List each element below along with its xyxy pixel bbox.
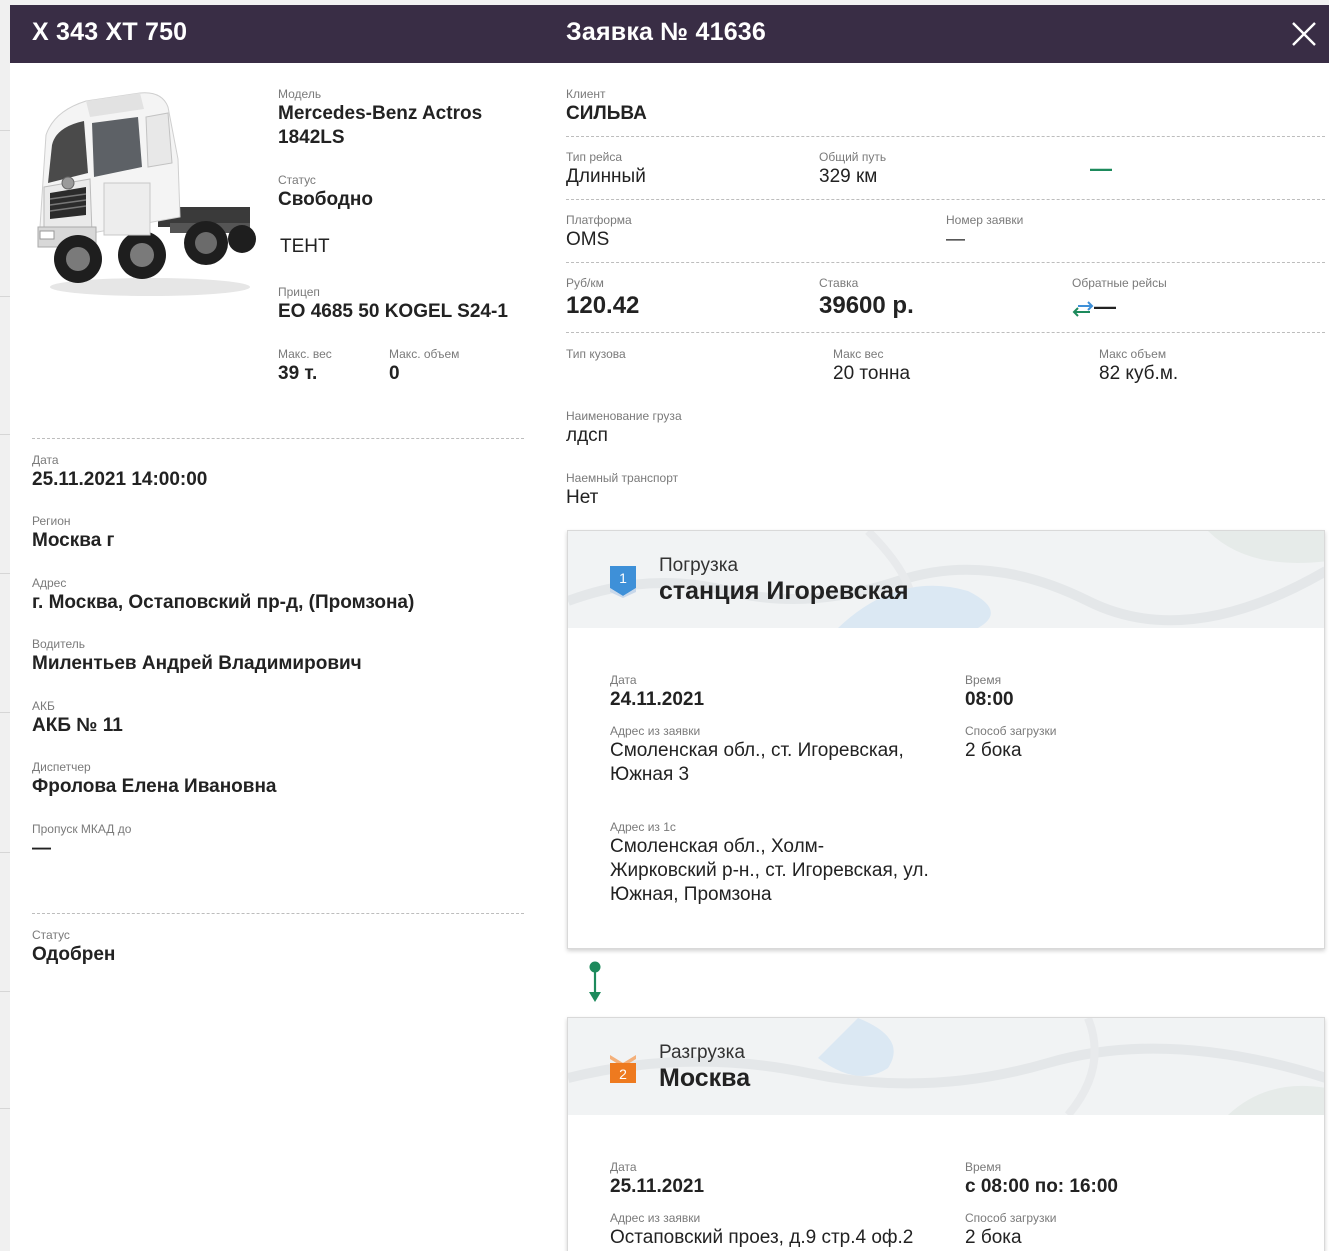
hired-transport-label: Наемный транспорт <box>566 471 679 485</box>
order-number-value: — <box>946 229 965 250</box>
trailer-value: ЕО 4685 50 KOGEL S24-1 <box>278 301 508 322</box>
stop-time-value: 08:00 <box>965 689 1014 710</box>
distance-value: 329 км <box>819 166 878 187</box>
stop-date-value: 25.11.2021 <box>610 1176 705 1197</box>
client-value: СИЛЬВА <box>566 103 647 124</box>
stop-card-unloading[interactable]: 2 Разгрузка Москва Дата 25.11.2021 Время… <box>567 1017 1325 1251</box>
order-title: Заявка № 41636 <box>566 18 767 46</box>
date-label: Дата <box>32 453 59 467</box>
region-label: Регион <box>32 514 71 528</box>
akb-value: АКБ № 11 <box>32 715 123 736</box>
vehicle-max-weight-value: 39 т. <box>278 363 318 384</box>
vehicle-max-volume-label: Макс. объем <box>389 347 460 361</box>
close-icon <box>1292 22 1316 46</box>
stop-type: Погрузка <box>659 555 739 576</box>
stop-date-value: 24.11.2021 <box>610 689 705 710</box>
approval-status-label: Статус <box>32 928 70 942</box>
modal-header: Х 343 ХТ 750 Заявка № 41636 <box>10 5 1329 63</box>
unloading-marker-icon: 2 <box>610 1055 636 1083</box>
cargo-value: лдсп <box>566 425 608 446</box>
stop-addr-order-label: Адрес из заявки <box>610 724 701 738</box>
order-max-volume-label: Макс объем <box>1099 347 1167 361</box>
return-trips-value: — <box>1094 294 1116 319</box>
backdrop <box>0 0 10 1251</box>
stop-method-label: Способ загрузки <box>965 1211 1057 1225</box>
truck-image <box>37 92 256 296</box>
route-connector-icon <box>589 961 601 1002</box>
platform-value: OMS <box>566 229 610 250</box>
stop-time-value: с 08:00 по: 16:00 <box>965 1176 1119 1197</box>
client-label: Клиент <box>566 87 606 101</box>
divider <box>566 136 1325 137</box>
address-value: г. Москва, Остаповский пр-д, (Промзона) <box>32 592 415 613</box>
vehicle-status-label: Статус <box>278 173 316 187</box>
vehicle-plate: Х 343 ХТ 750 <box>32 18 188 46</box>
order-max-weight-value: 20 тонна <box>833 363 911 384</box>
rate-km-value: 120.42 <box>566 292 640 319</box>
driver-label: Водитель <box>32 637 86 651</box>
body-type: ТЕНТ <box>280 236 330 257</box>
stop-addr-order-label: Адрес из заявки <box>610 1211 701 1225</box>
address-label: Адрес <box>32 576 67 590</box>
model-label: Модель <box>278 87 322 101</box>
stop-card-loading[interactable]: 1 Погрузка станция Игоревская Дата 24.11… <box>567 530 1325 949</box>
region-value: Москва г <box>32 530 115 551</box>
stop-addr-order-value: Остаповский проез, д.9 стр.4 оф.2 <box>610 1227 914 1248</box>
divider <box>32 438 524 439</box>
stop-type: Разгрузка <box>659 1042 745 1063</box>
return-trips-label: Обратные рейсы <box>1072 276 1167 290</box>
approval-status-value: Одобрен <box>32 944 116 965</box>
date-value: 25.11.2021 14:00:00 <box>32 469 208 490</box>
trip-type-value: Длинный <box>566 166 646 187</box>
stop-header: 2 Разгрузка Москва <box>568 1018 1324 1115</box>
divider <box>32 913 524 914</box>
stop-method-value: 2 бока <box>965 740 1022 761</box>
mkad-value: — <box>32 838 51 859</box>
cargo-label: Наименование груза <box>566 409 682 423</box>
swap-arrows-icon <box>1072 301 1094 317</box>
mkad-label: Пропуск МКАД до <box>32 822 132 836</box>
driver-value: Милентьев Андрей Владимирович <box>32 653 362 674</box>
trip-dash: — <box>1090 156 1112 181</box>
loading-marker-icon: 1 <box>610 566 636 598</box>
stop-place: станция Игоревская <box>659 577 909 605</box>
trailer-label: Прицеп <box>278 285 320 299</box>
akb-label: АКБ <box>32 699 55 713</box>
trip-type-label: Тип рейса <box>566 150 623 164</box>
stop-time-label: Время <box>965 1160 1002 1174</box>
stop-date-label: Дата <box>610 1160 637 1174</box>
stop-header: 1 Погрузка станция Игоревская <box>568 531 1324 628</box>
stop-number: 1 <box>619 570 627 586</box>
divider <box>566 332 1325 333</box>
stop-date-label: Дата <box>610 673 637 687</box>
rate-km-label: Руб/км <box>566 276 604 290</box>
body-type-label: Тип кузова <box>566 347 626 361</box>
rate-value: 39600 р. <box>819 292 914 319</box>
dispatcher-label: Диспетчер <box>32 760 91 774</box>
stop-method-label: Способ загрузки <box>965 724 1057 738</box>
vehicle-status-value: Свободно <box>278 189 373 210</box>
vehicle-max-weight-label: Макс. вес <box>278 347 332 361</box>
hired-transport-value: Нет <box>566 487 599 508</box>
close-button[interactable] <box>1290 19 1318 49</box>
stop-method-value: 2 бока <box>965 1227 1022 1248</box>
order-modal: Х 343 ХТ 750 Заявка № 41636 Модель Merce… <box>10 5 1329 1251</box>
order-max-volume-value: 82 куб.м. <box>1099 363 1179 384</box>
stop-place: Москва <box>659 1064 751 1092</box>
divider <box>566 262 1325 263</box>
divider <box>566 199 1325 200</box>
distance-label: Общий путь <box>819 150 887 164</box>
rate-label: Ставка <box>819 276 859 290</box>
platform-label: Платформа <box>566 213 632 227</box>
stop-number: 2 <box>619 1066 627 1082</box>
vehicle-max-volume-value: 0 <box>389 363 400 384</box>
model-value: Mercedes-Benz Actros 1842LS <box>278 103 483 148</box>
order-number-label: Номер заявки <box>946 213 1024 227</box>
order-max-weight-label: Макс вес <box>833 347 884 361</box>
stop-time-label: Время <box>965 673 1002 687</box>
stop-addr-order-value: Смоленская обл., ст. Игоревская, Южная 3 <box>610 740 904 785</box>
stop-addr-1c-label: Адрес из 1с <box>610 820 676 834</box>
stop-addr-1c-value: Смоленская обл., Холм-Жирковский р-н., с… <box>610 836 929 905</box>
dispatcher-value: Фролова Елена Ивановна <box>32 776 277 797</box>
